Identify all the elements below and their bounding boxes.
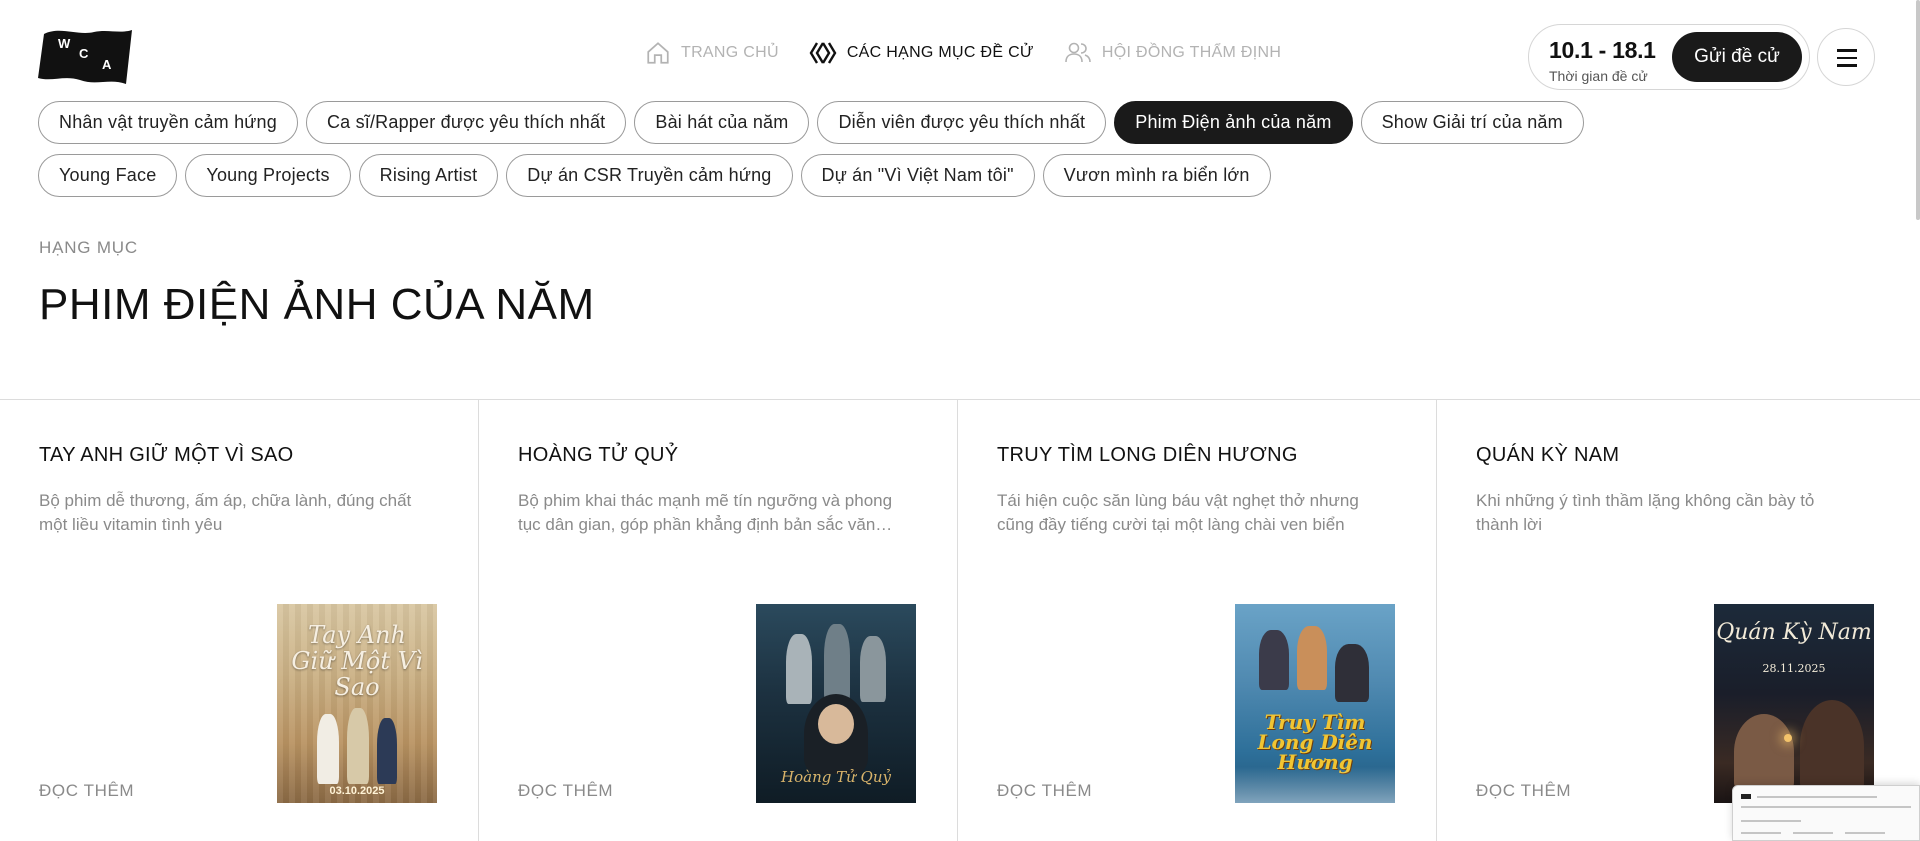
hamburger-icon [1837,49,1857,52]
card-title: QUÁN KỲ NAM [1476,444,1620,466]
main-nav: TRANG CHỦ CÁC HẠNG MỤC ĐỀ CỬ HỘI ĐỒNG TH… [645,40,1281,66]
movie-poster[interactable]: Quán Kỳ Nam 28.11.2025 [1714,604,1874,803]
category-pill[interactable]: Rising Artist [358,154,499,197]
logo-letter-a: A [102,57,112,72]
card-title: TAY ANH GIỮ MỘT VÌ SAO [39,444,294,466]
thumbnail-line [1845,832,1885,834]
nomination-period-label: Thời gian đề cử [1549,68,1648,84]
poster-figure [377,718,397,784]
nominee-cards: TAY ANH GIỮ MỘT VÌ SAO Bộ phim dễ thương… [0,399,1920,841]
nav-label-jury: HỘI ĐỒNG THẨM ĐỊNH [1101,44,1282,61]
thumbnail-line [1741,806,1911,808]
page-scrollbar[interactable] [1916,0,1920,220]
category-pill[interactable]: Vươn mình ra biển lớn [1042,154,1271,197]
poster-figure [786,634,812,704]
nav-item-categories[interactable]: CÁC HẠNG MỤC ĐỀ CỬ [809,40,1034,66]
nav-label-categories: CÁC HẠNG MỤC ĐỀ CỬ [846,44,1034,61]
read-more-link[interactable]: ĐỌC THÊM [997,781,1092,801]
poster-figure [860,636,886,702]
home-icon [647,42,669,64]
card-title: HOÀNG TỬ QUỶ [518,444,679,466]
hamburger-icon-line [1837,64,1857,67]
nomination-dates: 10.1 - 18.1 [1549,37,1656,63]
category-pill[interactable]: Show Giải trí của năm [1360,101,1584,144]
thumbnail-line [1757,796,1877,798]
screenshot-thumbnail-preview[interactable] [1732,785,1920,841]
users-icon [1065,42,1091,63]
thumbnail-line [1793,832,1833,834]
category-row-2: Young Face Young Projects Rising Artist … [38,154,1438,197]
thumbnail-line [1741,794,1751,799]
card-title: TRUY TÌM LONG DIÊN HƯƠNG [997,444,1298,466]
poster-figure [824,624,850,702]
poster-figure [1259,630,1289,690]
category-pill[interactable]: Ca sĩ/Rapper được yêu thích nhất [305,101,627,144]
poster-title: Quán Kỳ Nam [1716,620,1872,645]
card-description: Bộ phim khai thác mạnh mẽ tín ngưỡng và … [518,491,893,534]
section-kicker: HẠNG MỤC [39,238,138,257]
category-pill[interactable]: Young Projects [185,154,351,197]
nav-item-home[interactable]: TRANG CHỦ [645,40,779,66]
logo-letter-w: W [58,36,71,51]
poster-figure [317,714,339,784]
category-pills: Nhân vật truyền cảm hứng Ca sĩ/Rapper đư… [38,101,1584,207]
category-pill[interactable]: Nhân vật truyền cảm hứng [38,101,298,144]
movie-poster[interactable]: Tay Anh Giữ Một Vì Sao 03.10.2025 [277,604,437,803]
poster-face [1734,714,1794,790]
poster-figure [1297,626,1327,690]
nominee-card[interactable]: HOÀNG TỬ QUỶ Bộ phim khai thác mạnh mẽ t… [479,400,958,841]
poster-figure [347,708,369,784]
poster-wave [1235,767,1395,803]
nominee-card[interactable]: TRUY TÌM LONG DIÊN HƯƠNG Tái hiện cuộc s… [958,400,1437,841]
logo-letter-c: C [79,46,89,61]
category-pill[interactable]: Dự án CSR Truyền cảm hứng [506,154,793,197]
card-description: Tái hiện cuộc săn lùng báu vật nghẹt thở… [997,491,1359,534]
category-pill[interactable]: Bài hát của năm [634,101,810,144]
card-description: Khi những ý tình thầm lặng không cần bày… [1476,491,1815,534]
category-pill[interactable]: Young Face [38,154,178,197]
thumbnail-line [1741,832,1781,834]
category-pill-active[interactable]: Phim Điện ảnh của năm [1114,101,1353,144]
read-more-link[interactable]: ĐỌC THÊM [1476,781,1571,801]
page-title: PHIM ĐIỆN ẢNH CỦA NĂM [39,280,595,329]
hamburger-icon-line [1837,56,1857,59]
wca-logo[interactable]: W C A [38,28,133,86]
poster-face [1800,700,1864,792]
poster-title: Truy Tìm Long Diên Hương [1257,710,1373,774]
thumbnail-line [1741,820,1801,822]
chevrons-icon [809,42,837,64]
card-description: Bộ phim dễ thương, ấm áp, chữa lành, đún… [39,491,412,534]
poster-face [818,704,854,744]
poster-release-date: 28.11.2025 [1762,662,1826,675]
nomination-period-box: 10.1 - 18.1 Thời gian đề cử Gửi đề cử [1528,24,1810,90]
nav-item-jury[interactable]: HỘI ĐỒNG THẨM ĐỊNH [1064,40,1281,66]
read-more-link[interactable]: ĐỌC THÊM [518,781,613,801]
poster-light [1784,734,1792,742]
read-more-link[interactable]: ĐỌC THÊM [39,781,134,801]
movie-poster[interactable]: Hoàng Tử Quỷ [756,604,916,803]
poster-title: Tay Anh Giữ Một Vì Sao [291,621,423,701]
movie-poster[interactable]: Truy Tìm Long Diên Hương [1235,604,1395,803]
nominee-card[interactable]: TAY ANH GIỮ MỘT VÌ SAO Bộ phim dễ thương… [0,400,479,841]
nominee-card[interactable]: QUÁN KỲ NAM Khi những ý tình thầm lặng k… [1437,400,1920,841]
category-pill[interactable]: Diễn viên được yêu thích nhất [817,101,1107,144]
category-row-1: Nhân vật truyền cảm hứng Ca sĩ/Rapper đư… [38,101,1584,144]
poster-date: 03.10.2025 [329,785,385,797]
menu-button[interactable] [1817,28,1875,86]
poster-figure [1335,644,1369,702]
nav-label-home: TRANG CHỦ [681,44,779,61]
submit-nomination-button[interactable]: Gửi đề cử [1672,32,1802,82]
category-pill[interactable]: Dự án "Vì Việt Nam tôi" [800,154,1035,197]
site-header: W C A TRANG CHỦ CÁC HẠNG MỤC ĐỀ CỬ HỘI Đ… [0,0,1920,100]
poster-title: Hoàng Tử Quỷ [781,768,891,786]
